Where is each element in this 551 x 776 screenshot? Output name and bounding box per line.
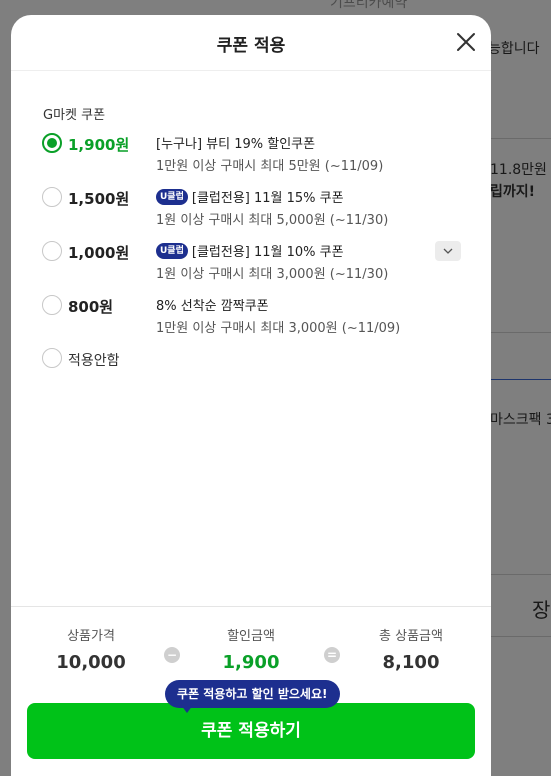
chevron-down-icon	[443, 248, 453, 254]
price-value: 10,000	[56, 652, 126, 673]
coupon-radio-3[interactable]	[42, 241, 62, 261]
coupon-amount: 1,500원	[68, 190, 130, 208]
discount-value: 1,900	[222, 652, 280, 673]
modal-header: 쿠폰 적용	[11, 15, 491, 71]
discount-label: 할인금액	[227, 629, 275, 644]
close-button[interactable]	[455, 31, 477, 53]
total-label: 총 상품금액	[379, 629, 443, 644]
coupon-modal: 쿠폰 적용 G마켓 쿠폰 1,900원 [누구나] 뷰티 19% 할인쿠폰 1만…	[11, 15, 491, 776]
coupon-title-text: [클럽전용] 11월 10% 쿠폰	[191, 245, 344, 260]
coupon-title: 8% 선착순 깜짝쿠폰	[156, 295, 269, 314]
coupon-title-text: 8% 선착순 깜짝쿠폰	[156, 299, 269, 314]
summary-total: 총 상품금액 8,100	[346, 625, 476, 673]
coupon-amount: 1,000원	[68, 244, 130, 262]
close-icon	[457, 33, 475, 51]
coupon-title: U클럽 [클럽전용] 11월 10% 쿠폰	[156, 241, 344, 260]
apply-tooltip: 쿠폰 적용하고 할인 받으세요!	[165, 680, 340, 708]
summary-price: 상품가격 10,000	[26, 625, 156, 673]
uclub-badge: U클럽	[156, 188, 188, 205]
coupon-condition: 1원 이상 구매시 최대 3,000원 (~11/30)	[156, 267, 389, 282]
minus-icon: −	[164, 647, 180, 663]
total-value: 8,100	[382, 652, 440, 673]
section-label: G마켓 쿠폰	[43, 108, 106, 123]
coupon-amount: 800원	[68, 298, 114, 316]
apply-coupon-button[interactable]: 쿠폰 적용하기	[27, 703, 475, 759]
coupon-title-text: [클럽전용] 11월 15% 쿠폰	[191, 191, 344, 206]
coupon-condition: 1만원 이상 구매시 최대 5만원 (~11/09)	[156, 159, 384, 174]
tooltip-tail	[181, 705, 193, 713]
uclub-badge: U클럽	[156, 242, 188, 259]
coupon-radio-1[interactable]	[42, 133, 62, 153]
modal-title: 쿠폰 적용	[216, 36, 286, 56]
coupon-amount: 1,900원	[68, 136, 130, 154]
expand-button[interactable]	[435, 241, 461, 261]
coupon-radio-2[interactable]	[42, 187, 62, 207]
summary-discount: 할인금액 1,900	[186, 625, 316, 673]
price-label: 상품가격	[67, 629, 115, 644]
equals-icon: =	[324, 647, 340, 663]
coupon-radio-4[interactable]	[42, 295, 62, 315]
coupon-condition: 1원 이상 구매시 최대 5,000원 (~11/30)	[156, 213, 389, 228]
coupon-title: U클럽 [클럽전용] 11월 15% 쿠폰	[156, 187, 344, 206]
coupon-title-text: [누구나] 뷰티 19% 할인쿠폰	[156, 137, 316, 152]
coupon-radio-none[interactable]	[42, 348, 62, 368]
coupon-condition: 1만원 이상 구매시 최대 3,000원 (~11/09)	[156, 321, 401, 336]
coupon-title: [누구나] 뷰티 19% 할인쿠폰	[156, 133, 315, 152]
no-coupon-label: 적용안함	[68, 353, 120, 369]
